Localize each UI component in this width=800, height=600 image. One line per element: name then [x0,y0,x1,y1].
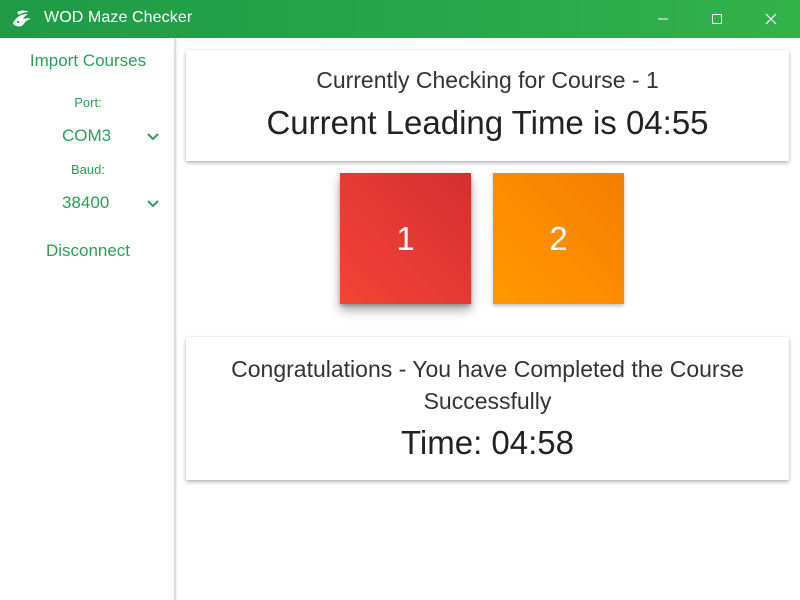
checking-course-text: Currently Checking for Course - 1 [316,67,659,93]
course-tile-1[interactable]: 1 [340,173,471,304]
baud-value: 38400 [62,193,110,212]
sidebar: Import Courses Port: COM3 Baud: 38400 Di… [0,38,176,600]
chevron-down-icon [147,200,159,208]
maximize-icon [712,14,722,24]
chevron-down-icon [147,133,159,141]
baud-select[interactable]: 38400 [60,190,164,216]
minimize-button[interactable] [640,0,686,38]
dragon-logo-icon [13,10,31,27]
maximize-button[interactable] [694,0,740,38]
baud-label: Baud: [71,162,105,177]
window-title: WOD Maze Checker [44,9,193,26]
import-courses-button[interactable]: Import Courses [0,51,176,71]
close-icon [765,13,777,25]
congratulations-message: Congratulations - You have Completed the… [231,356,744,414]
minimize-icon [658,18,668,20]
result-card: Congratulations - You have Completed the… [186,337,789,480]
port-select[interactable]: COM3 [60,123,164,149]
title-bar: WOD Maze Checker [0,0,800,38]
port-label: Port: [74,95,102,110]
leading-time-text: Current Leading Time is 04:55 [266,104,709,141]
close-button[interactable] [748,0,794,38]
course-tile-2[interactable]: 2 [493,173,624,304]
completion-time: Time: 04:58 [400,424,575,461]
status-card: Currently Checking for Course - 1 Curren… [186,50,789,161]
port-value: COM3 [62,126,112,145]
disconnect-button[interactable]: Disconnect [0,241,176,261]
